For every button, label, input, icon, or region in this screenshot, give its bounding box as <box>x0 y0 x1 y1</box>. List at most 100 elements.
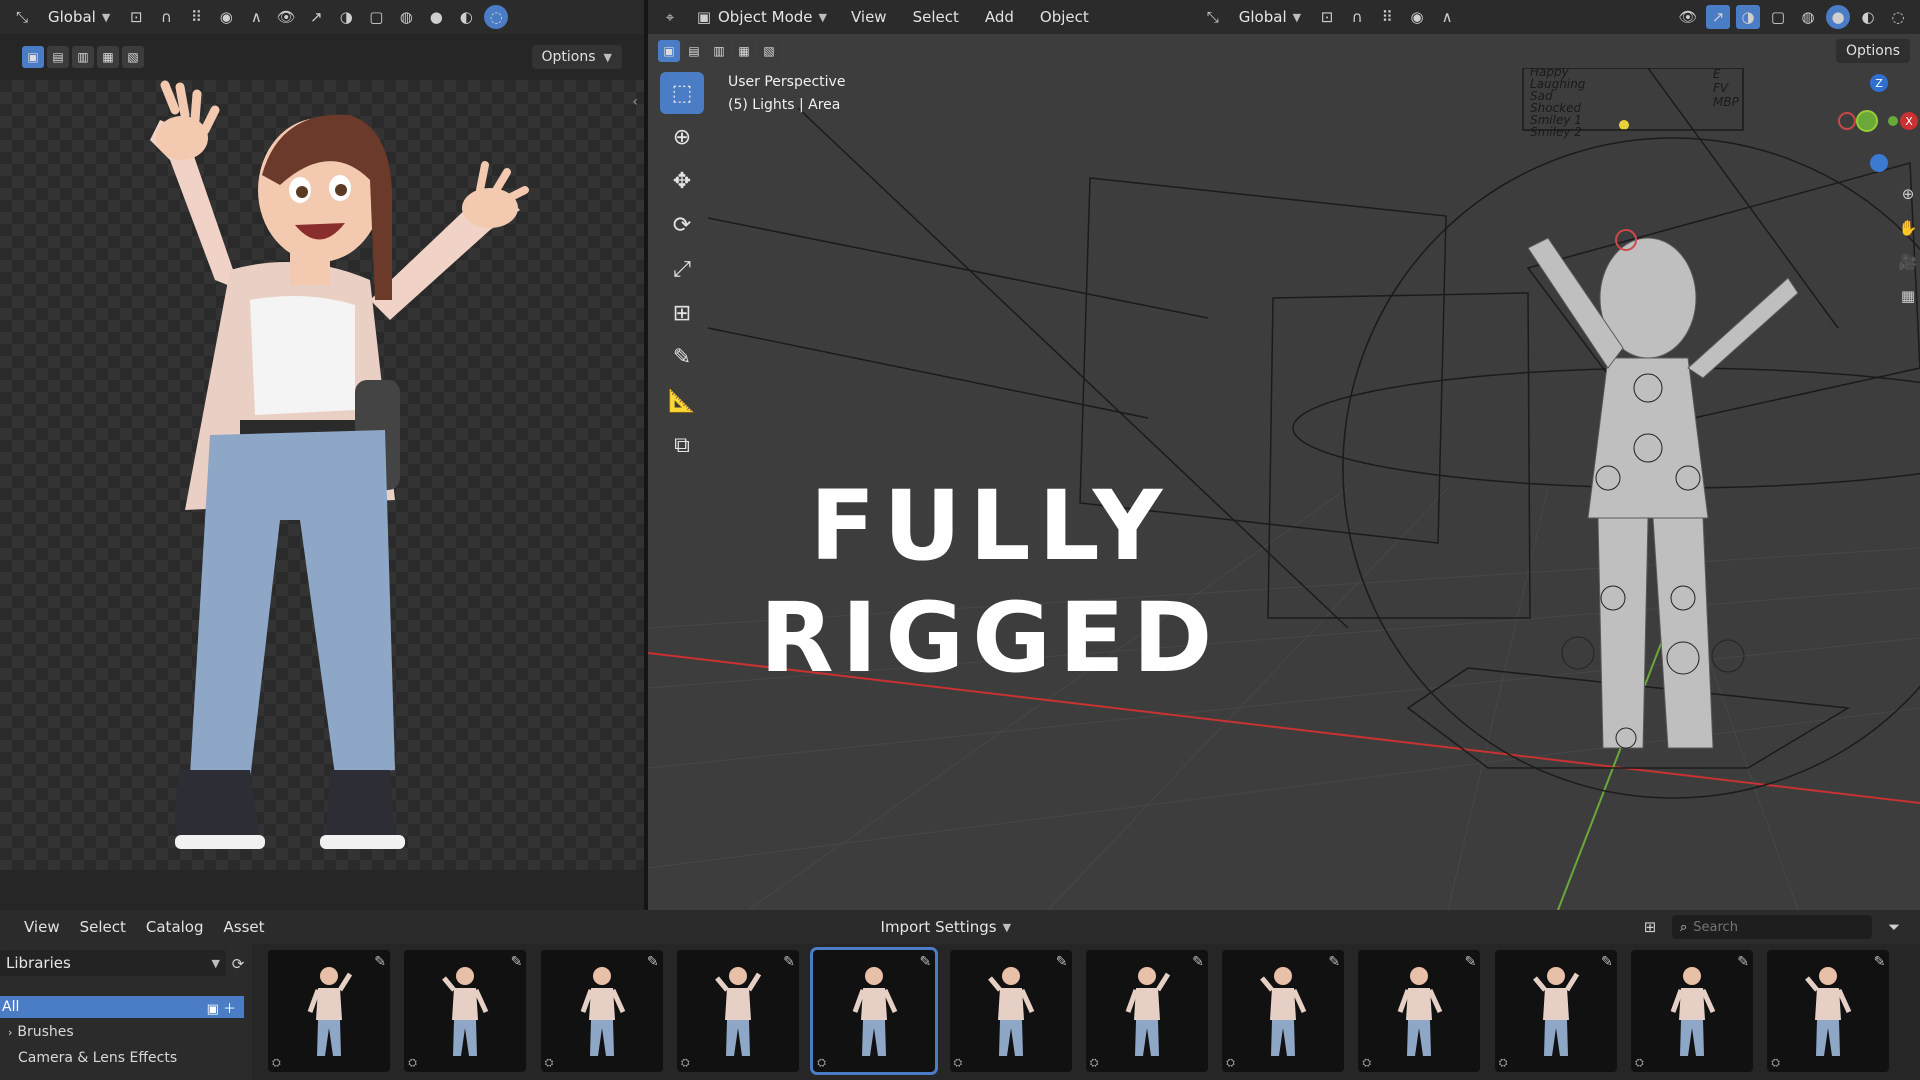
mode-dropdown[interactable]: ▣ Object Mode ▼ <box>688 2 835 32</box>
scale-tool[interactable]: ⤢ <box>660 248 704 290</box>
gizmo-x-axis[interactable]: X <box>1900 112 1918 130</box>
select-subtract-icon[interactable]: ▥ <box>72 46 94 68</box>
visibility-icon[interactable]: 👁 <box>274 5 298 29</box>
solid-shading-icon[interactable]: ● <box>424 5 448 29</box>
gizmo-z-axis[interactable]: Z <box>1870 74 1888 92</box>
edit-asset-icon[interactable]: ✎ <box>1192 954 1204 970</box>
menu-view[interactable]: View <box>841 8 897 26</box>
search-input[interactable] <box>1693 919 1854 935</box>
catalog-camera-lens[interactable]: Camera & Lens Effects <box>0 1046 252 1070</box>
asset-menu-select[interactable]: Select <box>70 918 136 936</box>
xray-icon[interactable]: ▢ <box>364 5 388 29</box>
edit-asset-icon[interactable]: ✎ <box>647 954 659 970</box>
select-box-tool[interactable]: ⬚ <box>660 72 704 114</box>
edit-asset-icon[interactable]: ✎ <box>919 954 931 970</box>
edit-asset-icon[interactable]: ✎ <box>511 954 523 970</box>
asset-thumbnail[interactable]: ✎ ⛭ <box>1358 950 1481 1072</box>
rendered-shading-icon[interactable]: ◌ <box>484 5 509 29</box>
viewport-orientation-dropdown[interactable]: Global ▼ <box>1231 5 1309 29</box>
asset-menu-asset[interactable]: Asset <box>214 918 275 936</box>
gizmo-z-neg[interactable] <box>1870 154 1888 172</box>
filter-icon[interactable]: ⏷ <box>1882 915 1906 939</box>
catalog-add-icon[interactable]: ▣ ＋ <box>207 998 236 1017</box>
asset-thumbnail[interactable]: ✎ ⛭ <box>404 950 527 1072</box>
select-extend-icon[interactable]: ▤ <box>683 40 705 62</box>
asset-thumbnail[interactable]: ✎ ⛭ <box>676 950 799 1072</box>
ortho-grid-icon[interactable]: ▦ <box>1896 284 1920 308</box>
asset-thumbnail[interactable]: ✎ ⛭ <box>540 950 663 1072</box>
left-image-canvas[interactable]: ‹ <box>0 80 644 910</box>
left-orientation-dropdown[interactable]: Global ▼ <box>40 5 118 29</box>
xray-icon[interactable]: ▢ <box>1766 5 1790 29</box>
solid-shading-icon[interactable]: ● <box>1826 5 1850 29</box>
pivot-icon[interactable]: ⊡ <box>1315 5 1339 29</box>
gizmo-y-neg[interactable] <box>1838 112 1856 130</box>
edit-asset-icon[interactable]: ✎ <box>1328 954 1340 970</box>
falloff-icon[interactable]: ∧ <box>244 5 268 29</box>
collapse-arrow-icon[interactable]: ‹ <box>632 94 638 110</box>
camera-view-icon[interactable]: 🎥 <box>1896 250 1920 274</box>
asset-thumbnail[interactable]: ✎ ⛭ <box>1085 950 1208 1072</box>
asset-thumbnail[interactable]: ✎ ⛭ <box>810 947 939 1075</box>
snap-grid-icon[interactable]: ⠿ <box>1375 5 1399 29</box>
wireframe-shading-icon[interactable]: ◍ <box>394 5 418 29</box>
cursor-tool[interactable]: ⊕ <box>660 116 704 158</box>
select-intersect-icon[interactable]: ▧ <box>758 40 780 62</box>
edit-asset-icon[interactable]: ✎ <box>1601 954 1613 970</box>
left-options-button[interactable]: Options ▼ <box>531 45 622 69</box>
snap-grid-icon[interactable]: ⠿ <box>184 5 208 29</box>
edit-asset-icon[interactable]: ✎ <box>1465 954 1477 970</box>
snap-icon[interactable]: ∩ <box>1345 5 1369 29</box>
gizmo-icon[interactable]: ↗ <box>1706 5 1730 29</box>
falloff-icon[interactable]: ∧ <box>1435 5 1459 29</box>
asset-search-field[interactable]: ⌕ <box>1672 915 1872 939</box>
edit-asset-icon[interactable]: ✎ <box>374 954 386 970</box>
select-invert-icon[interactable]: ▦ <box>733 40 755 62</box>
measure-tool[interactable]: 📐 <box>660 380 704 422</box>
proportional-icon[interactable]: ◉ <box>214 5 238 29</box>
select-new-icon[interactable]: ▣ <box>22 46 44 68</box>
material-shading-icon[interactable]: ◐ <box>1856 5 1880 29</box>
asset-thumbnail[interactable]: ✎ ⛭ <box>1631 950 1753 1072</box>
import-settings-dropdown[interactable]: Import Settings ▼ <box>873 915 1020 939</box>
overlay-icon[interactable]: ◑ <box>334 5 358 29</box>
edit-asset-icon[interactable]: ✎ <box>783 954 795 970</box>
overlay-icon[interactable]: ◑ <box>1736 5 1760 29</box>
transform-orientation-icon[interactable]: ⤡ <box>10 5 34 29</box>
gizmo-icon[interactable]: ↗ <box>304 5 328 29</box>
move-tool[interactable]: ✥ <box>660 160 704 202</box>
asset-thumbnail[interactable]: ✎ ⛭ <box>1767 950 1890 1072</box>
material-shading-icon[interactable]: ◐ <box>454 5 478 29</box>
edit-asset-icon[interactable]: ✎ <box>1056 954 1068 970</box>
viewport-options-button[interactable]: Options <box>1835 39 1910 63</box>
menu-object[interactable]: Object <box>1030 8 1099 26</box>
edit-asset-icon[interactable]: ✎ <box>1874 954 1886 970</box>
proportional-icon[interactable]: ◉ <box>1405 5 1429 29</box>
add-cube-tool[interactable]: ⧉ <box>660 424 704 466</box>
library-dropdown[interactable]: Libraries ▼ <box>0 950 226 976</box>
transform-orientation-icon[interactable]: ⤡ <box>1201 5 1225 29</box>
rotate-tool[interactable]: ⟳ <box>660 204 704 246</box>
select-subtract-icon[interactable]: ▥ <box>708 40 730 62</box>
rendered-shading-icon[interactable]: ◌ <box>1886 5 1910 29</box>
asset-thumbnail[interactable]: ✎ ⛭ <box>1222 950 1345 1072</box>
asset-thumbnail[interactable]: ✎ ⛭ <box>268 950 390 1072</box>
select-invert-icon[interactable]: ▦ <box>97 46 119 68</box>
catalog-brushes[interactable]: › Brushes <box>0 1018 252 1046</box>
gizmo-y-axis[interactable] <box>1856 110 1878 132</box>
select-new-icon[interactable]: ▣ <box>658 40 680 62</box>
menu-add[interactable]: Add <box>975 8 1024 26</box>
select-intersect-icon[interactable]: ▧ <box>122 46 144 68</box>
asset-thumbnail[interactable]: ✎ ⛭ <box>1494 950 1617 1072</box>
menu-select[interactable]: Select <box>903 8 969 26</box>
wireframe-shading-icon[interactable]: ◍ <box>1796 5 1820 29</box>
transform-tool[interactable]: ⊞ <box>660 292 704 334</box>
refresh-icon[interactable]: ⟳ <box>226 952 250 976</box>
asset-menu-catalog[interactable]: Catalog <box>136 918 214 936</box>
asset-menu-view[interactable]: View <box>14 918 70 936</box>
edit-asset-icon[interactable]: ✎ <box>1737 954 1749 970</box>
pivot-icon[interactable]: ⊡ <box>124 5 148 29</box>
select-extend-icon[interactable]: ▤ <box>47 46 69 68</box>
annotate-tool[interactable]: ✎ <box>660 336 704 378</box>
asset-thumbnail[interactable]: ✎ ⛭ <box>949 950 1072 1072</box>
